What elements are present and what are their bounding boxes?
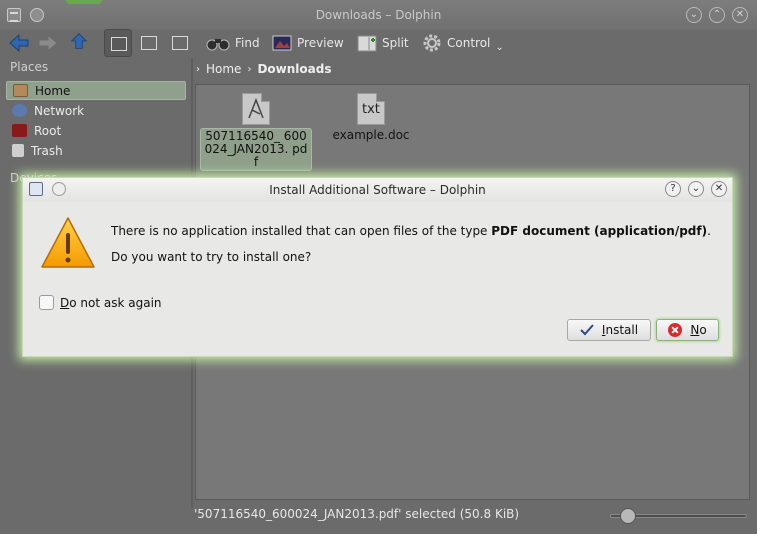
zoom-slider-handle[interactable] [620,508,636,524]
place-label: Trash [31,143,63,158]
details-view-icon [141,36,157,50]
dialog-minimize-button[interactable]: ⌄ [688,181,704,197]
file-name: 507116540_ 600024_JAN2013. pdf [200,128,312,171]
do-not-ask-checkbox[interactable] [39,295,54,310]
split-icon [357,35,377,52]
message-suffix: . [707,224,711,238]
up-arrow-icon[interactable] [68,32,90,50]
install-software-dialog: Install Additional Software – Dolphin ? … [22,177,733,357]
dialog-message: There is no application installed that c… [111,224,711,238]
preview-label: Preview [297,36,344,50]
file-name: example.doc [332,128,410,142]
txt-file-icon: txt [357,93,385,125]
trash-icon [12,144,24,157]
columns-view-icon [172,36,188,50]
preview-button[interactable]: Preview [272,30,344,56]
breadcrumb-home[interactable]: Home [206,62,241,76]
checkbox-mnemonic: D [60,296,70,310]
icons-view-icon [111,37,127,51]
place-item-trash[interactable]: Trash [6,141,186,160]
maximize-button[interactable]: ⌃ [709,7,725,23]
file-item[interactable]: 507116540_ 600024_JAN2013. pdf [200,93,312,178]
split-label: Split [382,36,409,50]
dialog-close-button[interactable]: ✕ [711,181,727,197]
message-file-type: PDF document (application/pdf) [491,224,708,238]
place-item-network[interactable]: Network [6,101,186,120]
preview-icon [272,35,292,51]
window-title: Downloads – Dolphin [315,8,442,22]
cancel-icon [668,323,683,337]
do-not-ask-label[interactable]: Do not ask again [60,296,162,310]
icons-view-button[interactable] [104,29,132,57]
places-title: Places [10,60,49,74]
checkmark-icon [580,324,594,336]
install-label: Install [602,323,638,337]
warning-icon [41,217,95,268]
txt-icon-label: txt [362,102,380,117]
network-icon [12,104,27,117]
install-label-text: nstall [605,323,639,337]
breadcrumb: › Home › Downloads [196,60,331,78]
message-prefix: There is no application installed that c… [111,224,492,238]
find-label: Find [235,36,260,50]
binoculars-icon [206,39,230,51]
control-label: Control [447,36,491,50]
details-view-button[interactable] [135,29,163,57]
install-button[interactable]: Install [567,319,651,341]
breadcrumb-chevron-icon[interactable]: › [196,64,200,75]
minimize-button[interactable]: ⌄ [686,7,702,23]
file-item[interactable]: txt example.doc [315,93,427,178]
columns-view-button[interactable] [166,29,194,57]
status-text: '507116540_600024_JAN2013.pdf' selected … [194,507,520,521]
no-label: No [690,323,706,337]
chevron-down-icon: ⌄ [495,41,504,53]
main-toolbar: Find Preview Split Control ⌄ [0,28,757,58]
checkbox-label-text: o not ask again [69,296,162,310]
back-arrow-icon[interactable] [8,34,30,52]
dialog-question: Do you want to try to install one? [111,250,312,264]
home-folder-icon [13,84,28,97]
dialog-titlebar: Install Additional Software – Dolphin ? … [23,178,732,202]
root-folder-icon [12,124,27,137]
dialog-title: Install Additional Software – Dolphin [269,183,486,197]
no-button[interactable]: No [656,319,719,341]
place-label: Home [35,83,71,98]
place-label: Root [34,123,62,138]
split-button[interactable]: Split [357,30,409,56]
place-label: Network [34,103,85,118]
no-mnemonic: N [690,323,700,337]
forward-arrow-icon[interactable] [37,34,59,52]
pdf-file-icon [242,93,270,125]
place-item-root[interactable]: Root [6,121,186,140]
desktop-widget [66,0,102,4]
breadcrumb-separator-icon: › [247,63,252,75]
no-label-text: o [699,323,707,337]
place-item-home[interactable]: Home [6,81,186,100]
pdf-glyph-icon [248,97,264,119]
close-button[interactable]: ✕ [732,7,748,23]
find-button[interactable]: Find [206,30,260,56]
help-button[interactable]: ? [665,181,681,197]
gear-icon [423,34,441,52]
control-button[interactable]: Control ⌄ [422,30,504,56]
breadcrumb-current[interactable]: Downloads [257,62,331,76]
main-titlebar: Downloads – Dolphin ⌄ ⌃ ✕ [0,0,757,30]
